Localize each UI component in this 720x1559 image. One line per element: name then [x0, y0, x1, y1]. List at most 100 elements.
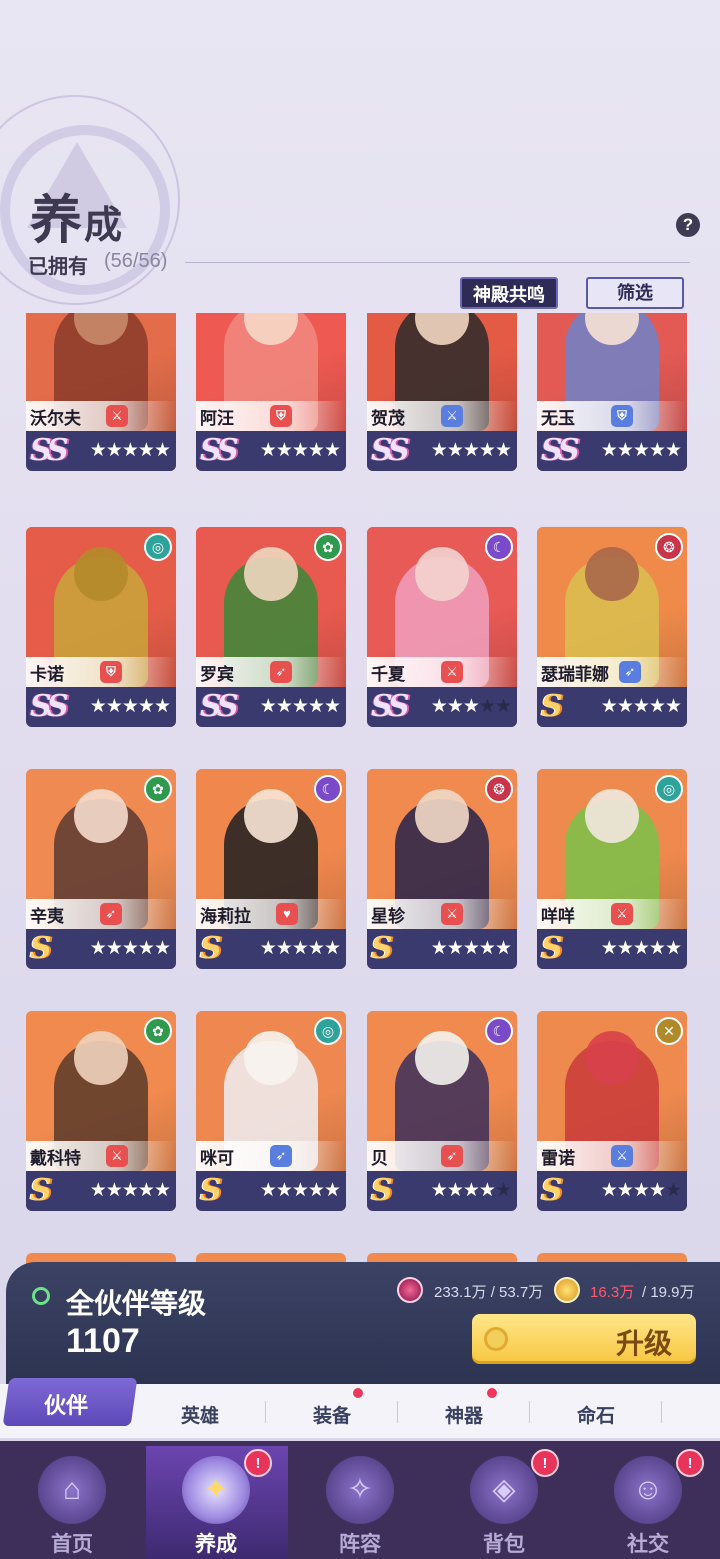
help-icon[interactable]: ?	[676, 213, 700, 237]
tab-equipment[interactable]: 装备	[313, 1401, 351, 1428]
companion-name: 瑟瑞菲娜	[541, 665, 609, 684]
companion-grid: 沃尔夫 ⚔ SS ★★★★★ 阿汪 ⛨ SS ★★★★★ 贺茂 ⚔ SS ★★★★★ 无玉 ⛨ SS ★★★★…	[0, 313, 720, 1313]
tab-fate-stone[interactable]: 命石	[577, 1401, 615, 1428]
star-icon: ★	[121, 440, 139, 461]
star-icon: ★	[89, 696, 107, 717]
star-icon: ★	[291, 440, 309, 461]
resource-exp-amount: 233.1万 / 53.7万	[434, 1284, 544, 1301]
star-icon: ★	[291, 696, 309, 717]
cultivate-badge: !	[244, 1449, 272, 1477]
star-icon: ★	[664, 696, 682, 717]
sword-icon: ⚔	[441, 661, 463, 683]
star-icon: ★	[307, 1180, 325, 1201]
header-divider	[185, 262, 690, 263]
bow-icon: ➶	[619, 661, 641, 683]
star-icon: ★	[446, 938, 464, 959]
companion-card[interactable]: 阿汪 ⛨ SS ★★★★★	[196, 313, 346, 471]
companion-card[interactable]: ☾ 千夏 ⚔ SS ★★★★★	[367, 527, 517, 727]
star-icon: ★	[291, 1180, 309, 1201]
sword-icon: ⚔	[106, 405, 128, 427]
portrait-head	[74, 547, 128, 601]
companion-name: 海莉拉	[200, 907, 251, 926]
companion-name: 咪可	[200, 1149, 234, 1168]
leaf-icon: ✿	[314, 533, 342, 561]
star-icon: ★	[478, 440, 496, 461]
panel-title: 全伙伴等级	[66, 1288, 207, 1319]
companion-card[interactable]: ☾ 海莉拉 ♥ S ★★★★★	[196, 769, 346, 969]
companion-card[interactable]: ☾ 贝 ➶ S ★★★★★	[367, 1011, 517, 1211]
companion-card[interactable]: ◎ 咪可 ➶ S ★★★★★	[196, 1011, 346, 1211]
heart-icon: ♥	[276, 903, 298, 925]
portrait-head	[74, 789, 128, 843]
status-dot-icon	[32, 1287, 50, 1305]
companion-card[interactable]: 沃尔夫 ⚔ SS ★★★★★	[26, 313, 176, 471]
companion-card[interactable]: ✕ 雷诺 ⚔ S ★★★★★	[537, 1011, 687, 1211]
temple-resonance-button[interactable]: 神殿共鸣	[460, 277, 558, 309]
bow-icon: ➶	[441, 1145, 463, 1167]
cultivate-icon: ✦	[182, 1456, 250, 1524]
star-rating: ★★★★★	[601, 695, 682, 718]
star-icon: ★	[632, 696, 650, 717]
star-icon: ★	[307, 440, 325, 461]
star-icon: ★	[616, 938, 634, 959]
companion-card[interactable]: ❂ 瑟瑞菲娜 ➶ S ★★★★★	[537, 527, 687, 727]
companion-name: 阿汪	[200, 409, 234, 428]
star-icon: ★	[494, 1180, 512, 1201]
star-icon: ★	[89, 440, 107, 461]
companion-card[interactable]: ◎ 卡诺 ⛨ SS ★★★★★	[26, 527, 176, 727]
star-icon: ★	[137, 696, 155, 717]
star-icon: ★	[89, 1180, 107, 1201]
star-icon: ★	[259, 440, 277, 461]
star-rating: ★★★★★	[89, 695, 171, 718]
tab-artifacts[interactable]: 神器	[445, 1401, 483, 1428]
rank-badge: S	[30, 1173, 52, 1208]
moon-icon: ☾	[314, 775, 342, 803]
rank-badge: S	[541, 689, 563, 724]
star-icon: ★	[153, 696, 171, 717]
companion-name: 星轸	[371, 907, 405, 926]
companion-card[interactable]: 贺茂 ⚔ SS ★★★★★	[367, 313, 517, 471]
rank-badge: S	[371, 931, 393, 966]
star-rating: ★★★★★	[431, 937, 512, 960]
star-icon: ★	[478, 938, 496, 959]
star-icon: ★	[648, 1180, 666, 1201]
star-icon: ★	[446, 440, 464, 461]
star-rating: ★★★★★	[89, 1179, 171, 1202]
rank-badge: SS	[200, 689, 239, 724]
portrait-head	[585, 1031, 639, 1085]
star-icon: ★	[446, 1180, 464, 1201]
social-icon: ☺	[614, 1456, 682, 1524]
star-rating: ★★★★★	[431, 439, 512, 462]
companion-card[interactable]: ✿ 戴科特 ⚔ S ★★★★★	[26, 1011, 176, 1211]
companion-card[interactable]: ✿ 罗宾 ➶ SS ★★★★★	[196, 527, 346, 727]
page-title: 养成	[30, 190, 125, 251]
companion-card[interactable]: ✿ 辛夷 ➶ S ★★★★★	[26, 769, 176, 969]
upgrade-button[interactable]: 升级	[472, 1314, 696, 1364]
star-icon: ★	[664, 1180, 682, 1201]
companion-card[interactable]: ◎ 咩咩 ⚔ S ★★★★★	[537, 769, 687, 969]
sword-icon: ⚔	[611, 903, 633, 925]
star-rating: ★★★★★	[89, 439, 171, 462]
rank-badge: SS	[541, 433, 580, 468]
star-icon: ★	[323, 938, 341, 959]
star-icon: ★	[600, 938, 618, 959]
star-icon: ★	[259, 1180, 277, 1201]
companion-name: 沃尔夫	[30, 409, 81, 428]
star-icon: ★	[664, 440, 682, 461]
leaf-icon: ✿	[144, 775, 172, 803]
companion-card[interactable]: 无玉 ⛨ SS ★★★★★	[537, 313, 687, 471]
nav-social-label: 社交	[627, 1531, 669, 1556]
shield-icon: ⛨	[611, 405, 633, 427]
star-rating: ★★★★★	[431, 1179, 512, 1202]
nav-cultivate-label: 养成	[195, 1531, 237, 1556]
nav-home[interactable]: ⌂ 首页	[0, 1446, 144, 1559]
tab-heroes[interactable]: 英雄	[181, 1401, 219, 1428]
portrait-head	[244, 789, 298, 843]
filter-button[interactable]: 筛选	[586, 277, 684, 309]
star-rating: ★★★★★	[90, 937, 171, 960]
star-icon: ★	[259, 938, 277, 959]
fire-icon: ❂	[485, 775, 513, 803]
companion-card[interactable]: ❂ 星轸 ⚔ S ★★★★★	[367, 769, 517, 969]
coin-icon	[484, 1327, 508, 1351]
nav-lineup[interactable]: ✧ 阵容	[288, 1446, 432, 1559]
